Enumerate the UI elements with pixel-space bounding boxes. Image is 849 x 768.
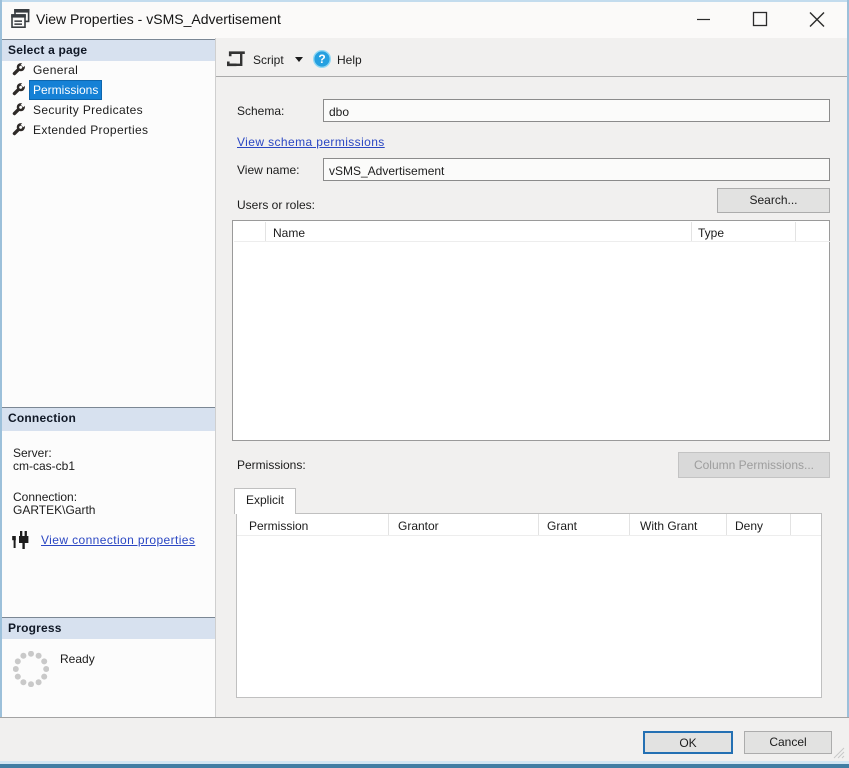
svg-text:?: ? <box>318 52 325 66</box>
